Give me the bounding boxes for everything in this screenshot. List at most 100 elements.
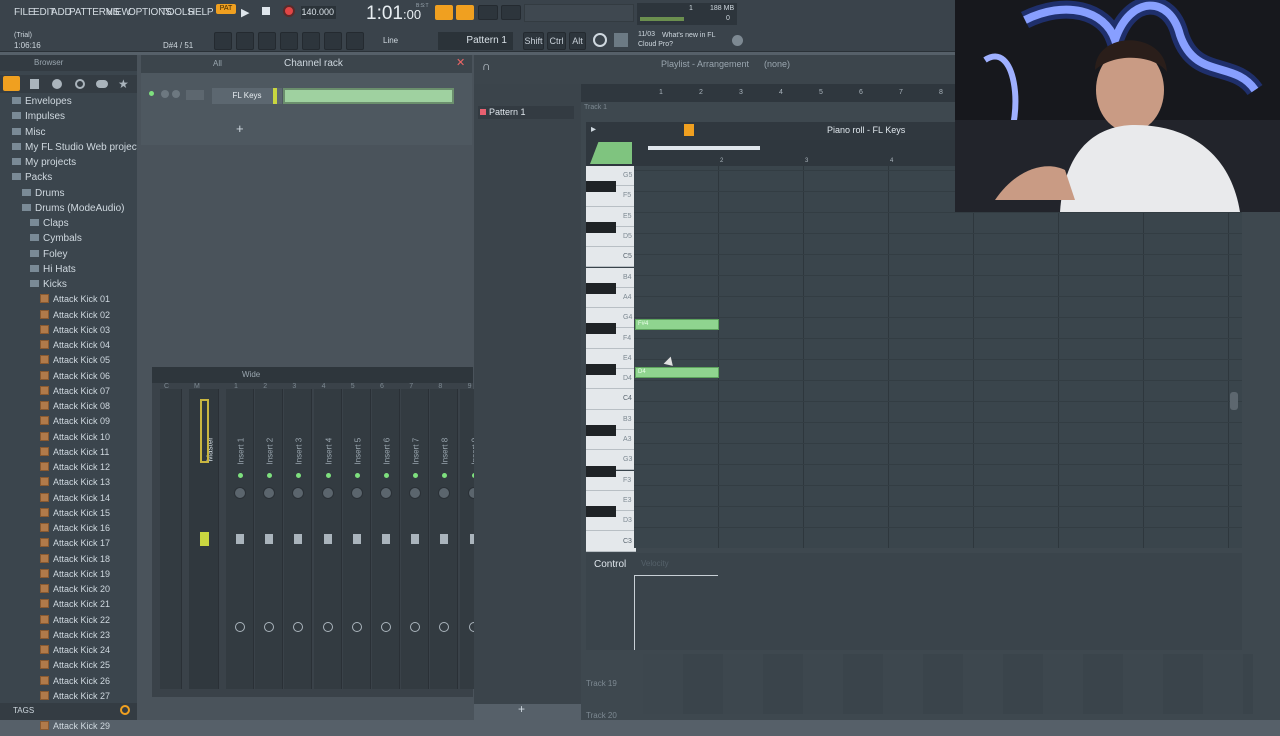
- browser-file-item[interactable]: Attack Kick 12: [40, 462, 110, 477]
- pan-knob[interactable]: [321, 487, 334, 499]
- volume-fader[interactable]: [323, 534, 332, 544]
- plugin-picker-icon[interactable]: [302, 32, 320, 50]
- play-button[interactable]: ▶: [241, 6, 249, 19]
- browser-folder-item[interactable]: Drums (ModeAudio): [22, 203, 124, 218]
- magnet-icon[interactable]: ∩: [482, 59, 491, 73]
- plugin-icon[interactable]: [52, 79, 62, 89]
- cart-icon[interactable]: [614, 33, 628, 47]
- browser-file-item[interactable]: Attack Kick 03: [40, 324, 110, 340]
- mixer-strip-insert[interactable]: Insert 6: [372, 389, 400, 689]
- pan-knob[interactable]: [380, 487, 392, 499]
- route-knob[interactable]: [293, 622, 304, 632]
- browser-folder-item[interactable]: Misc: [12, 127, 46, 142]
- piano-key-black[interactable]: [586, 424, 616, 436]
- velocity-bar[interactable]: [634, 575, 718, 650]
- browser-folder-item[interactable]: My projects: [12, 157, 76, 172]
- piano-roll-window-icon[interactable]: [236, 32, 254, 50]
- piano-key-black[interactable]: [586, 506, 616, 518]
- pencil-tool-icon[interactable]: [684, 124, 694, 136]
- menu-help[interactable]: HELP: [188, 7, 214, 21]
- browser-folder-item[interactable]: Impulses: [12, 111, 65, 126]
- browser-folder-item[interactable]: My FL Studio Web projects: [12, 142, 145, 157]
- piano-key-black[interactable]: [586, 364, 616, 375]
- sync-icon[interactable]: [593, 33, 607, 47]
- route-knob[interactable]: [322, 622, 333, 632]
- browser-folder-item[interactable]: Foley: [30, 249, 67, 264]
- piano-roll-note[interactable]: D4: [635, 367, 719, 378]
- channel-filter[interactable]: All: [213, 59, 222, 68]
- step-edit-icon[interactable]: [501, 5, 521, 20]
- stop-button[interactable]: [262, 7, 270, 15]
- browser-file-item[interactable]: Attack Kick 08: [40, 401, 110, 416]
- channel-select-indicator[interactable]: [273, 88, 277, 104]
- browser-folder-item[interactable]: Hi Hats: [30, 264, 76, 279]
- pan-knob[interactable]: [350, 487, 363, 499]
- browser-file-item[interactable]: Attack Kick 05: [40, 355, 110, 370]
- arrangement-select[interactable]: (none): [764, 59, 790, 69]
- route-knob[interactable]: [439, 622, 450, 632]
- playlist-window-icon[interactable]: [214, 32, 232, 50]
- shift-button[interactable]: Shift: [523, 32, 544, 50]
- volume-fader[interactable]: [265, 534, 274, 544]
- file-icon[interactable]: [30, 79, 39, 89]
- online-icon[interactable]: [732, 35, 743, 46]
- pan-knob[interactable]: [438, 487, 451, 499]
- browser-file-item[interactable]: Attack Kick 26: [40, 675, 110, 691]
- mute-led[interactable]: [296, 473, 302, 478]
- star-icon[interactable]: ★: [118, 77, 129, 91]
- snap-select[interactable]: Line: [383, 36, 398, 45]
- browser-folder-item[interactable]: Cymbals: [30, 233, 82, 248]
- browser-file-item[interactable]: Attack Kick 01: [40, 294, 110, 309]
- tempo-display[interactable]: 140.000: [301, 6, 336, 19]
- piano-roll-note[interactable]: F#4: [635, 319, 719, 330]
- piano-key-black[interactable]: [586, 221, 616, 233]
- mute-led[interactable]: [238, 473, 243, 478]
- cloud-icon[interactable]: [96, 80, 108, 88]
- pan-knob[interactable]: [263, 487, 276, 499]
- channel-name-button[interactable]: FL Keys: [212, 88, 282, 104]
- channel-graph[interactable]: [283, 88, 454, 104]
- browser-file-item[interactable]: Attack Kick 10: [40, 431, 110, 447]
- volume-fader[interactable]: [440, 534, 449, 544]
- mixer-window-icon[interactable]: [280, 32, 298, 50]
- browser-file-item[interactable]: Attack Kick 29: [40, 721, 110, 736]
- piano-key-white[interactable]: C3: [586, 531, 636, 552]
- add-pattern-icon[interactable]: +: [518, 702, 525, 716]
- browser-file-item[interactable]: Attack Kick 09: [40, 416, 110, 431]
- ctrl-button[interactable]: Ctrl: [547, 32, 566, 50]
- close-icon[interactable]: ✕: [456, 56, 465, 69]
- mute-led[interactable]: [384, 473, 389, 478]
- channel-rack-window-icon[interactable]: [258, 32, 276, 50]
- browser-file-item[interactable]: Attack Kick 22: [40, 614, 110, 630]
- metronome-icon[interactable]: [435, 5, 453, 20]
- mixer-strip-insert[interactable]: Insert 8: [430, 389, 459, 689]
- mixer-strip-insert[interactable]: Insert 4: [313, 389, 342, 689]
- mixer-strip-insert[interactable]: Insert 5: [342, 389, 371, 689]
- browser-folder-item[interactable]: Packs: [12, 172, 52, 187]
- browser-all-icon[interactable]: [3, 76, 20, 91]
- browser-folder-item[interactable]: Claps: [30, 218, 69, 233]
- scroll-handle[interactable]: [648, 146, 760, 150]
- browser-file-item[interactable]: Attack Kick 24: [40, 645, 110, 660]
- search-icon[interactable]: [120, 705, 130, 715]
- arrow-right-icon[interactable]: [324, 32, 342, 50]
- route-knob[interactable]: [264, 622, 275, 632]
- vertical-scrollbar[interactable]: [1230, 392, 1238, 410]
- volume-fader[interactable]: [236, 534, 244, 544]
- browser-file-item[interactable]: Attack Kick 11: [40, 446, 109, 462]
- browser-file-item[interactable]: Attack Kick 23: [40, 629, 110, 645]
- piano-roll-menu-icon[interactable]: ▸: [591, 124, 596, 135]
- mixer-strip-insert[interactable]: Insert 3: [284, 389, 313, 689]
- route-knob[interactable]: [381, 622, 391, 632]
- mixer-view-select[interactable]: Wide: [242, 370, 260, 379]
- note-grid[interactable]: [634, 166, 1242, 548]
- add-channel-icon[interactable]: +: [236, 121, 244, 136]
- countdown-icon[interactable]: [456, 5, 474, 20]
- browser-file-item[interactable]: Attack Kick 07: [40, 385, 110, 401]
- piano-key-white[interactable]: C4: [586, 389, 636, 410]
- mixer-strip-insert[interactable]: Insert 2: [255, 389, 284, 689]
- piano-key-black[interactable]: [586, 282, 616, 294]
- channel-pan-knob[interactable]: [172, 90, 180, 98]
- pan-knob[interactable]: [234, 487, 246, 499]
- pan-knob[interactable]: [409, 487, 422, 499]
